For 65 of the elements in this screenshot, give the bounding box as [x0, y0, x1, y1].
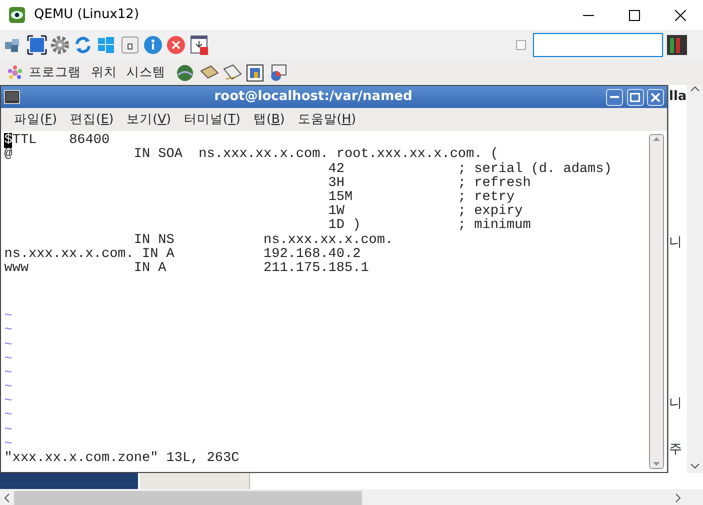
close-icon [674, 10, 686, 20]
globe-icon[interactable] [175, 62, 196, 82]
settings-icon[interactable] [50, 35, 70, 55]
input-field[interactable] [532, 33, 662, 57]
menu-item[interactable]: 탭(B) [253, 110, 285, 129]
foot-icon[interactable] [6, 64, 22, 80]
cancel-icon[interactable] [166, 35, 186, 55]
panel-menu[interactable]: 위치 [90, 63, 117, 82]
color-bars-icon [666, 34, 688, 56]
window-title: root@localhost:/var/named [213, 88, 414, 106]
text-fragment: 니 [669, 235, 682, 251]
minimize-icon [610, 96, 620, 98]
scrollbar[interactable] [0, 489, 703, 505]
code-line: www IN A 211.175.185.1 [4, 262, 370, 276]
fullscreen-icon[interactable] [26, 35, 46, 55]
tilde-marker: ~ [4, 381, 14, 396]
down-arrow-icon [652, 460, 661, 468]
tilde-marker: ~ [4, 409, 14, 424]
scrollbar[interactable] [648, 134, 664, 469]
menu-item[interactable]: 편집(E) [70, 110, 114, 129]
code-line: 15M ; retry [327, 191, 515, 205]
window-title: QEMU (Linux12) [34, 6, 140, 24]
close-icon [650, 92, 660, 102]
code-line: 3H ; refresh [327, 176, 532, 191]
text-fragment: 니 [669, 396, 682, 412]
menu-item[interactable]: 터미널(T) [184, 110, 240, 129]
tilde-marker: ~ [4, 424, 14, 438]
tilde-marker: ~ [4, 310, 14, 324]
tilde-marker: ~ [4, 438, 12, 452]
up-arrow-icon [652, 135, 661, 144]
panel-menu[interactable]: 프로그램 [29, 63, 81, 82]
window-download-icon[interactable] [189, 35, 210, 55]
document-icon[interactable] [222, 62, 242, 82]
scrollbar-thumb[interactable] [14, 490, 362, 504]
menu-item[interactable]: 보기(V) [126, 110, 172, 129]
code-line: @ IN SOA ns.xxx.xx.x.com. root.xxx.xx.x.com. ( [4, 148, 498, 162]
cursor: $ [4, 133, 12, 148]
code-line: ns.xxx.xx.x.com. IN A 192.168.40.2 [4, 248, 362, 262]
checkbox[interactable] [516, 40, 526, 50]
code-line: 1W ; expiry [327, 205, 523, 220]
code-line: 42 ; serial (d. adams) [327, 162, 613, 177]
refresh-icon[interactable] [73, 35, 93, 55]
text-fragment: lla [669, 89, 687, 105]
menu-item[interactable]: 파일(F) [14, 110, 57, 129]
code-text: TTL 86400 [12, 133, 110, 148]
text-fragment: 주 [669, 442, 682, 458]
tilde-marker: ~ [4, 338, 14, 353]
maximize-icon [630, 92, 640, 102]
panel-menu[interactable]: 시스템 [126, 63, 166, 82]
maximize-icon [628, 10, 640, 20]
chart-icon[interactable] [268, 62, 288, 82]
menu-item[interactable]: 도움말(H) [298, 110, 356, 129]
minimize-button[interactable] [606, 88, 624, 106]
tilde-marker: ~ [4, 352, 14, 367]
scrollbar[interactable] [687, 85, 703, 473]
eye-icon [8, 6, 26, 24]
terminal-icon [4, 90, 20, 104]
info-icon[interactable] [142, 35, 163, 55]
tilde-marker: ~ [4, 395, 14, 410]
tilde-marker: ~ [4, 324, 14, 338]
picture-icon[interactable] [245, 62, 265, 82]
status-line: "xxx.xx.x.com.zone" 13L, 263C [4, 452, 240, 466]
code-line: 1D ) ; minimum [327, 219, 532, 234]
code-line: IN NS ns.xxx.xx.x.com. [132, 234, 394, 248]
tilde-marker: ~ [4, 366, 14, 382]
